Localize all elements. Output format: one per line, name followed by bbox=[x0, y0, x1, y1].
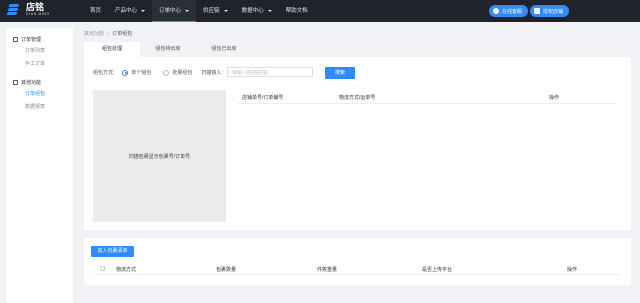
col-uploaded-to-platform: 是否上传平台 bbox=[422, 267, 453, 273]
add-to-package-list-button[interactable]: 加入包裹清单 bbox=[91, 246, 134, 257]
nav-orders[interactable]: 订单中心 bbox=[152, 0, 197, 22]
logo-icon bbox=[6, 3, 22, 17]
sidebar-group-other-functions[interactable]: 其他功能 bbox=[6, 76, 73, 88]
breadcrumb: 其他功能 / 订单组包 bbox=[84, 30, 132, 37]
col-item-weight: 件数重量 bbox=[317, 267, 338, 273]
nav-home[interactable]: 首页 bbox=[83, 0, 108, 22]
col-logistics-tracking: 物流方式/运单号 bbox=[339, 95, 376, 101]
packing-method-label: 组包方式: bbox=[93, 70, 115, 76]
col-logistics-method: 物流方式 bbox=[116, 267, 137, 273]
nav-supply-chain[interactable]: 供应链 bbox=[196, 0, 235, 22]
package-table-header: 店铺单号/订单编号 物流方式/运单号 操作 bbox=[237, 90, 617, 104]
breadcrumb-separator: / bbox=[107, 31, 109, 37]
select-all-checkbox[interactable] bbox=[100, 266, 105, 271]
chevron-down-icon bbox=[223, 10, 228, 12]
scan-input-label: 扫描输入: bbox=[201, 70, 223, 76]
breadcrumb-current: 订单组包 bbox=[112, 31, 133, 37]
sidebar-item-order-packing[interactable]: 订单组包 bbox=[6, 88, 73, 101]
tab-bar: 组包处理 组包待出库 组包已出库 bbox=[84, 42, 252, 57]
package-list-panel: 加入包裹清单 物流方式 包裹数量 件数重量 是否上传平台 操作 bbox=[84, 238, 631, 285]
scan-area-text: 扫描包裹显示包裹号/订单号 bbox=[128, 153, 191, 160]
col-package-count: 包裹数量 bbox=[216, 267, 237, 273]
radio-single-pack[interactable] bbox=[122, 69, 129, 76]
headset-icon bbox=[493, 8, 499, 14]
shop-icon bbox=[534, 8, 540, 14]
nav-help-docs[interactable]: 帮助文档 bbox=[279, 0, 315, 22]
brand-name: 店铭 bbox=[26, 2, 45, 13]
col-actions: 操作 bbox=[549, 95, 560, 101]
brand-subtitle: DIAN MING bbox=[26, 12, 50, 17]
nav-data-center[interactable]: 数据中心 bbox=[235, 0, 279, 22]
search-button[interactable]: 搜索 bbox=[325, 67, 355, 79]
scan-display-area: 扫描包裹显示包裹号/订单号 bbox=[93, 90, 226, 222]
radio-batch-pack[interactable] bbox=[163, 69, 170, 76]
authorize-shop-button[interactable]: 授权店铺 bbox=[530, 5, 570, 17]
sidebar-item-order-list[interactable]: 订单列表 bbox=[6, 45, 73, 58]
tab-pending-outbound[interactable]: 组包待出库 bbox=[140, 42, 196, 57]
sidebar: 订单管理 订单列表 手工订单 其他功能 订单组包 数据报表 bbox=[6, 28, 73, 303]
chevron-down-icon bbox=[185, 9, 190, 12]
chevron-down-icon bbox=[141, 10, 146, 12]
col-order-number: 店铺单号/订单编号 bbox=[242, 95, 284, 101]
top-navbar: 店铭 DIAN MING 首页 产品中心 订单中心 供应链 数据中心 帮助文档 … bbox=[0, 0, 640, 22]
breadcrumb-parent[interactable]: 其他功能 bbox=[84, 31, 104, 37]
col-actions-2: 操作 bbox=[567, 267, 578, 273]
nav-products[interactable]: 产品中心 bbox=[108, 0, 152, 22]
sidebar-group-order-management[interactable]: 订单管理 bbox=[6, 33, 73, 45]
scan-input[interactable]: 请输入或扫描内容 bbox=[227, 67, 313, 77]
radio-batch-label: 批量组包 bbox=[172, 70, 193, 76]
radio-single-label: 单个组包 bbox=[131, 70, 152, 76]
online-service-button[interactable]: 在线客服 bbox=[489, 5, 529, 17]
brand-logo[interactable]: 店铭 DIAN MING bbox=[6, 3, 50, 17]
packing-panel: 组包方式: 单个组包 批量组包 扫描输入: 请输入或扫描内容 搜索 扫描包裹显示… bbox=[84, 57, 631, 230]
chevron-down-icon bbox=[267, 10, 272, 12]
sidebar-item-manual-order[interactable]: 手工订单 bbox=[6, 58, 73, 71]
packing-options: 组包方式: 单个组包 批量组包 扫描输入: bbox=[93, 69, 223, 76]
package-list-table-header: 物流方式 包裹数量 件数重量 是否上传平台 操作 bbox=[93, 263, 620, 275]
tab-outbound-done[interactable]: 组包已出库 bbox=[196, 42, 252, 57]
tab-packing-process[interactable]: 组包处理 bbox=[84, 42, 140, 57]
grid-icon bbox=[13, 79, 18, 85]
main-nav: 首页 产品中心 订单中心 供应链 数据中心 帮助文档 bbox=[83, 0, 315, 22]
sidebar-item-data-report[interactable]: 数据报表 bbox=[6, 101, 73, 114]
clipboard-icon bbox=[13, 36, 18, 42]
